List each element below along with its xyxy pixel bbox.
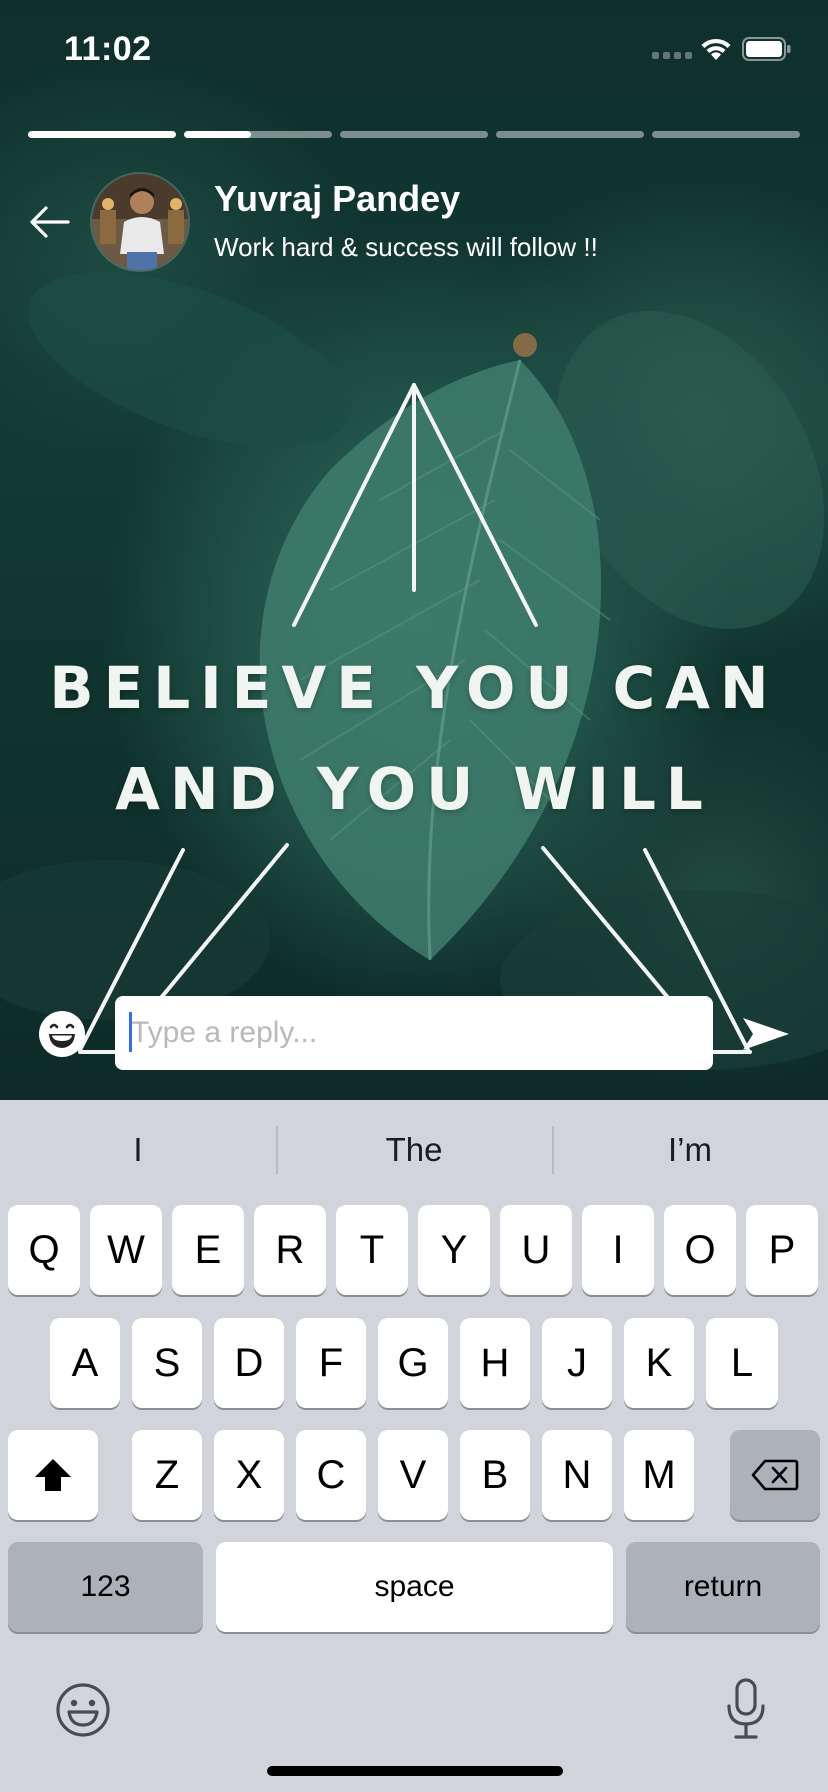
shift-icon bbox=[35, 1459, 71, 1491]
key-r[interactable]: R bbox=[254, 1205, 326, 1295]
key-a[interactable]: A bbox=[50, 1318, 120, 1408]
send-icon[interactable] bbox=[740, 1014, 792, 1054]
return-key[interactable]: return bbox=[626, 1542, 820, 1632]
key-z[interactable]: Z bbox=[132, 1430, 202, 1520]
back-arrow-icon[interactable] bbox=[28, 202, 72, 242]
reply-input[interactable] bbox=[115, 996, 713, 1070]
key-i[interactable]: I bbox=[582, 1205, 654, 1295]
keyboard: I The I’m Q W E R T Y U I O P A S D F G … bbox=[0, 1100, 828, 1792]
key-k[interactable]: K bbox=[624, 1318, 694, 1408]
avatar-photo bbox=[92, 174, 188, 270]
user-status-text: Work hard & success will follow !! bbox=[214, 232, 598, 262]
delete-key[interactable] bbox=[730, 1430, 820, 1520]
story-progress-segment bbox=[340, 131, 488, 138]
quote-line-2: AND YOU WILL bbox=[115, 755, 713, 823]
key-v[interactable]: V bbox=[378, 1430, 448, 1520]
key-u[interactable]: U bbox=[500, 1205, 572, 1295]
key-y[interactable]: Y bbox=[418, 1205, 490, 1295]
story-viewer[interactable]: BELIEVE YOU CAN AND YOU WILL bbox=[0, 0, 828, 1100]
key-j[interactable]: J bbox=[542, 1318, 612, 1408]
story-progress-segment bbox=[652, 131, 800, 138]
key-w[interactable]: W bbox=[90, 1205, 162, 1295]
story-progress bbox=[28, 131, 800, 138]
key-o[interactable]: O bbox=[664, 1205, 736, 1295]
cellular-signal-icon bbox=[652, 52, 692, 59]
key-g[interactable]: G bbox=[378, 1318, 448, 1408]
key-m[interactable]: M bbox=[624, 1430, 694, 1520]
microphone-icon[interactable] bbox=[726, 1678, 766, 1740]
key-s[interactable]: S bbox=[132, 1318, 202, 1408]
avatar[interactable] bbox=[90, 172, 190, 272]
key-q[interactable]: Q bbox=[8, 1205, 80, 1295]
key-f[interactable]: F bbox=[296, 1318, 366, 1408]
home-indicator[interactable] bbox=[267, 1766, 563, 1776]
suggestion-3[interactable]: I’m bbox=[552, 1124, 828, 1176]
key-h[interactable]: H bbox=[460, 1318, 530, 1408]
emoji-keyboard-icon[interactable] bbox=[55, 1682, 111, 1738]
text-cursor bbox=[129, 1012, 132, 1052]
suggestion-1[interactable]: I bbox=[0, 1124, 276, 1176]
key-p[interactable]: P bbox=[746, 1205, 818, 1295]
story-image bbox=[0, 272, 828, 1070]
shift-key[interactable] bbox=[8, 1430, 98, 1520]
key-t[interactable]: T bbox=[336, 1205, 408, 1295]
key-x[interactable]: X bbox=[214, 1430, 284, 1520]
key-e[interactable]: E bbox=[172, 1205, 244, 1295]
user-name[interactable]: Yuvraj Pandey bbox=[214, 178, 460, 220]
space-key[interactable]: space bbox=[216, 1542, 613, 1632]
story-progress-segment bbox=[184, 131, 332, 138]
predictive-suggestions: I The I’m bbox=[0, 1100, 828, 1200]
wifi-icon bbox=[701, 38, 731, 60]
emoji-picker-icon[interactable] bbox=[38, 1010, 86, 1058]
key-l[interactable]: L bbox=[706, 1318, 778, 1408]
story-progress-segment bbox=[28, 131, 176, 138]
status-bar: 11:02 bbox=[0, 0, 828, 100]
backspace-icon bbox=[751, 1459, 799, 1491]
quote-line-1: BELIEVE YOU CAN bbox=[49, 654, 779, 722]
status-time: 11:02 bbox=[64, 30, 152, 68]
numbers-key[interactable]: 123 bbox=[8, 1542, 203, 1632]
battery-icon bbox=[742, 37, 791, 61]
suggestion-2[interactable]: The bbox=[276, 1124, 552, 1176]
key-b[interactable]: B bbox=[460, 1430, 530, 1520]
story-progress-segment bbox=[496, 131, 644, 138]
key-n[interactable]: N bbox=[542, 1430, 612, 1520]
key-c[interactable]: C bbox=[296, 1430, 366, 1520]
key-d[interactable]: D bbox=[214, 1318, 284, 1408]
